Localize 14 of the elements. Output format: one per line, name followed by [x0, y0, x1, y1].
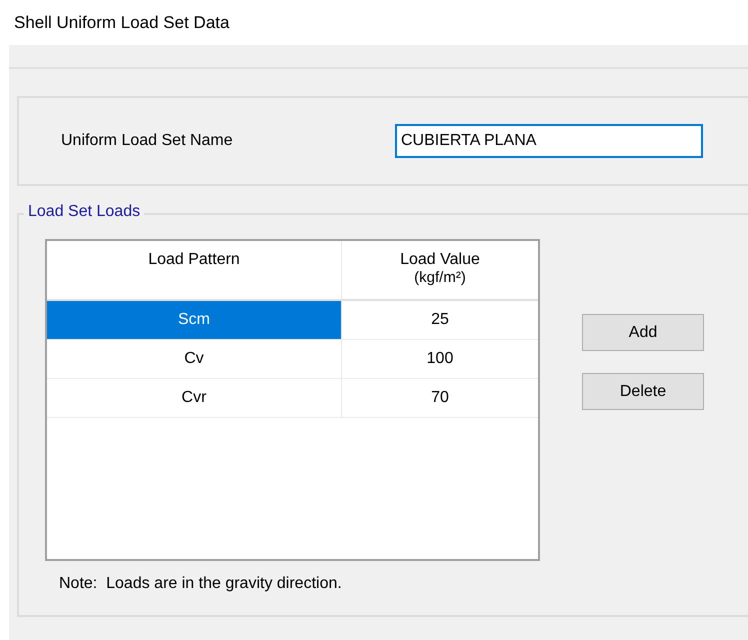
column-header: Load Value (kgf/m²) [399, 250, 481, 288]
column-header: Load Pattern [47, 241, 342, 299]
table-cell-text: 25 [430, 310, 450, 330]
table-cell[interactable]: Cv [47, 340, 342, 378]
note-text: Note: Loads are in the gravity direction. [59, 575, 343, 593]
add-button[interactable]: Add [582, 314, 704, 351]
table-cell-text: 100 [426, 349, 454, 369]
table-cell-text: 70 [430, 388, 450, 408]
table-cell[interactable]: Cvr [47, 379, 342, 417]
field-label: Uniform Load Set Name [61, 132, 234, 150]
name-field[interactable]: CUBIERTA PLANA [395, 124, 703, 158]
delete-button[interactable]: Delete [582, 373, 704, 410]
table-cell[interactable]: Scm [47, 301, 342, 339]
window-title: Shell Uniform Load Set Data [13, 12, 230, 34]
